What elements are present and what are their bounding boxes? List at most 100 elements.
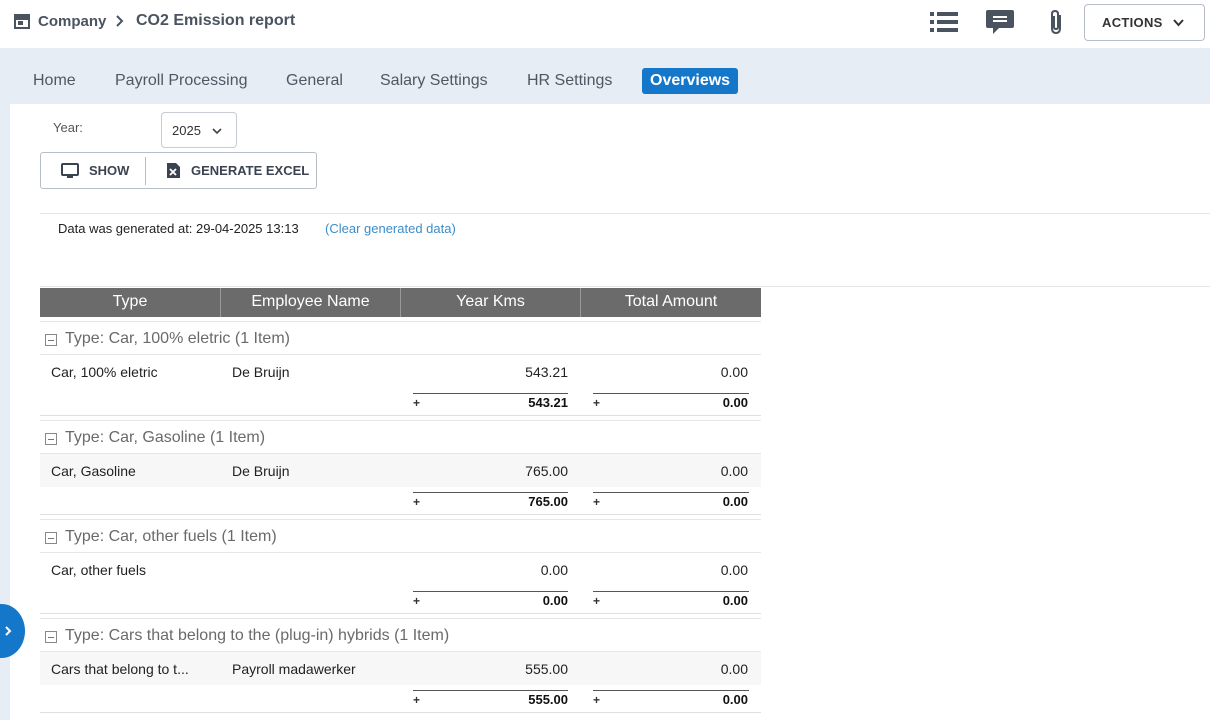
tab-general[interactable]: General bbox=[286, 72, 343, 90]
group-summary-row: + 765.00 + 0.00 bbox=[40, 487, 761, 515]
group: Type: Cars that belong to the (plug-in) … bbox=[40, 614, 761, 713]
cell-employee: De Bruijn bbox=[232, 364, 290, 380]
table-row[interactable]: Car, Gasoline De Bruijn 765.00 0.00 bbox=[40, 454, 761, 487]
sum-symbol: + bbox=[413, 396, 421, 410]
group-title: Type: Car, other fuels (1 Item) bbox=[65, 528, 277, 545]
tab-hr-settings[interactable]: HR Settings bbox=[527, 72, 612, 90]
list-icon[interactable] bbox=[930, 10, 958, 34]
tab-home[interactable]: Home bbox=[33, 72, 76, 90]
group-header: Type: Car, other fuels (1 Item) bbox=[40, 519, 761, 553]
column-header-year-kms[interactable]: Year Kms bbox=[401, 288, 581, 317]
breadcrumb-company[interactable]: Company bbox=[38, 13, 106, 30]
attachment-icon[interactable] bbox=[1045, 8, 1067, 36]
year-label: Year: bbox=[53, 120, 83, 135]
report-grid: Type Employee Name Year Kms Total Amount… bbox=[40, 288, 761, 713]
actions-button[interactable]: ACTIONS bbox=[1084, 4, 1205, 41]
group-title: Type: Car, 100% eletric (1 Item) bbox=[65, 330, 290, 347]
clear-generated-data-link[interactable]: (Clear generated data) bbox=[325, 221, 456, 236]
cell-year-kms: 555.00 bbox=[525, 661, 568, 677]
monitor-icon bbox=[61, 162, 79, 178]
sum-year-kms: 555.00 bbox=[528, 692, 568, 707]
group: Type: Car, Gasoline (1 Item) Car, Gasoli… bbox=[40, 416, 761, 515]
tab-payroll-processing[interactable]: Payroll Processing bbox=[115, 72, 248, 90]
store-icon bbox=[14, 14, 30, 29]
collapse-icon[interactable] bbox=[45, 433, 57, 445]
tab-salary-settings[interactable]: Salary Settings bbox=[380, 72, 488, 90]
generate-excel-label: GENERATE EXCEL bbox=[191, 163, 310, 178]
column-header-employee-name[interactable]: Employee Name bbox=[221, 288, 401, 317]
table-row[interactable]: Car, 100% eletric De Bruijn 543.21 0.00 bbox=[40, 355, 761, 388]
generated-at-text: Data was generated at: 29-04-2025 13:13 bbox=[58, 221, 299, 236]
group-summary-row: + 0.00 + 0.00 bbox=[40, 586, 761, 614]
column-header-type[interactable]: Type bbox=[40, 288, 221, 317]
chat-icon[interactable] bbox=[985, 9, 1015, 35]
group-summary-row: + 543.21 + 0.00 bbox=[40, 388, 761, 416]
group: Type: Car, other fuels (1 Item) Car, oth… bbox=[40, 515, 761, 614]
divider bbox=[40, 286, 1210, 287]
cell-total-amount: 0.00 bbox=[720, 463, 748, 479]
cell-type: Car, Gasoline bbox=[51, 463, 136, 479]
cell-employee: De Bruijn bbox=[232, 463, 290, 479]
summary-line bbox=[413, 393, 568, 394]
collapse-icon[interactable] bbox=[45, 631, 57, 643]
cell-total-amount: 0.00 bbox=[720, 661, 748, 677]
table-row[interactable]: Car, other fuels 0.00 0.00 bbox=[40, 553, 761, 586]
action-button-group: SHOW GENERATE EXCEL bbox=[40, 152, 317, 189]
grid-header: Type Employee Name Year Kms Total Amount bbox=[40, 288, 761, 317]
group-header: Type: Car, Gasoline (1 Item) bbox=[40, 420, 761, 454]
sum-symbol: + bbox=[413, 693, 421, 707]
sum-total-amount: 0.00 bbox=[722, 494, 748, 509]
sum-total-amount: 0.00 bbox=[722, 593, 748, 608]
year-select[interactable]: 2025 bbox=[161, 112, 237, 148]
chevron-down-icon bbox=[212, 128, 222, 135]
sum-symbol: + bbox=[413, 594, 421, 608]
chevron-right-icon bbox=[5, 626, 12, 636]
cell-type: Cars that belong to t... bbox=[51, 661, 189, 677]
summary-line bbox=[593, 393, 749, 394]
group: Type: Car, 100% eletric (1 Item) Car, 10… bbox=[40, 317, 761, 416]
collapse-icon[interactable] bbox=[45, 532, 57, 544]
sum-symbol: + bbox=[593, 693, 601, 707]
cell-total-amount: 0.00 bbox=[720, 364, 748, 380]
excel-file-icon bbox=[167, 163, 180, 178]
table-row[interactable]: Cars that belong to t... Payroll madawer… bbox=[40, 652, 761, 685]
actions-label: ACTIONS bbox=[1102, 15, 1163, 30]
top-bar: Company CO2 Emission report ACTIONS bbox=[0, 0, 1210, 48]
tab-overviews[interactable]: Overviews bbox=[642, 68, 739, 94]
chevron-down-icon bbox=[1173, 19, 1184, 27]
column-header-total-amount[interactable]: Total Amount bbox=[581, 288, 761, 317]
sum-year-kms: 765.00 bbox=[528, 494, 568, 509]
cell-year-kms: 543.21 bbox=[525, 364, 568, 380]
group-title: Type: Car, Gasoline (1 Item) bbox=[65, 429, 266, 446]
show-button[interactable]: SHOW bbox=[41, 153, 145, 188]
sum-year-kms: 0.00 bbox=[542, 593, 568, 608]
sum-total-amount: 0.00 bbox=[722, 395, 748, 410]
divider bbox=[40, 213, 1210, 214]
cell-total-amount: 0.00 bbox=[720, 562, 748, 578]
sum-symbol: + bbox=[593, 495, 601, 509]
group-header: Type: Cars that belong to the (plug-in) … bbox=[40, 618, 761, 652]
sum-year-kms: 543.21 bbox=[528, 395, 568, 410]
sum-symbol: + bbox=[593, 396, 601, 410]
collapse-icon[interactable] bbox=[45, 334, 57, 346]
group-title: Type: Cars that belong to the (plug-in) … bbox=[65, 627, 450, 644]
sum-total-amount: 0.00 bbox=[722, 692, 748, 707]
year-value: 2025 bbox=[172, 123, 201, 138]
cell-year-kms: 0.00 bbox=[540, 562, 568, 578]
sidebar-toggle-button[interactable] bbox=[0, 604, 25, 658]
page-title: CO2 Emission report bbox=[136, 12, 296, 29]
show-label: SHOW bbox=[89, 163, 130, 178]
summary-line bbox=[593, 492, 749, 493]
summary-line bbox=[593, 591, 749, 592]
group-header: Type: Car, 100% eletric (1 Item) bbox=[40, 321, 761, 355]
summary-line bbox=[413, 591, 568, 592]
group-summary-row: + 555.00 + 0.00 bbox=[40, 685, 761, 713]
generate-excel-button[interactable]: GENERATE EXCEL bbox=[146, 153, 318, 188]
cell-year-kms: 765.00 bbox=[525, 463, 568, 479]
cell-type: Car, other fuels bbox=[51, 562, 146, 578]
summary-line bbox=[413, 690, 568, 691]
tab-bar: Home Payroll Processing General Salary S… bbox=[0, 48, 1210, 104]
chevron-right-icon bbox=[116, 15, 124, 27]
cell-type: Car, 100% eletric bbox=[51, 364, 158, 380]
cell-employee: Payroll madawerker bbox=[232, 661, 356, 677]
